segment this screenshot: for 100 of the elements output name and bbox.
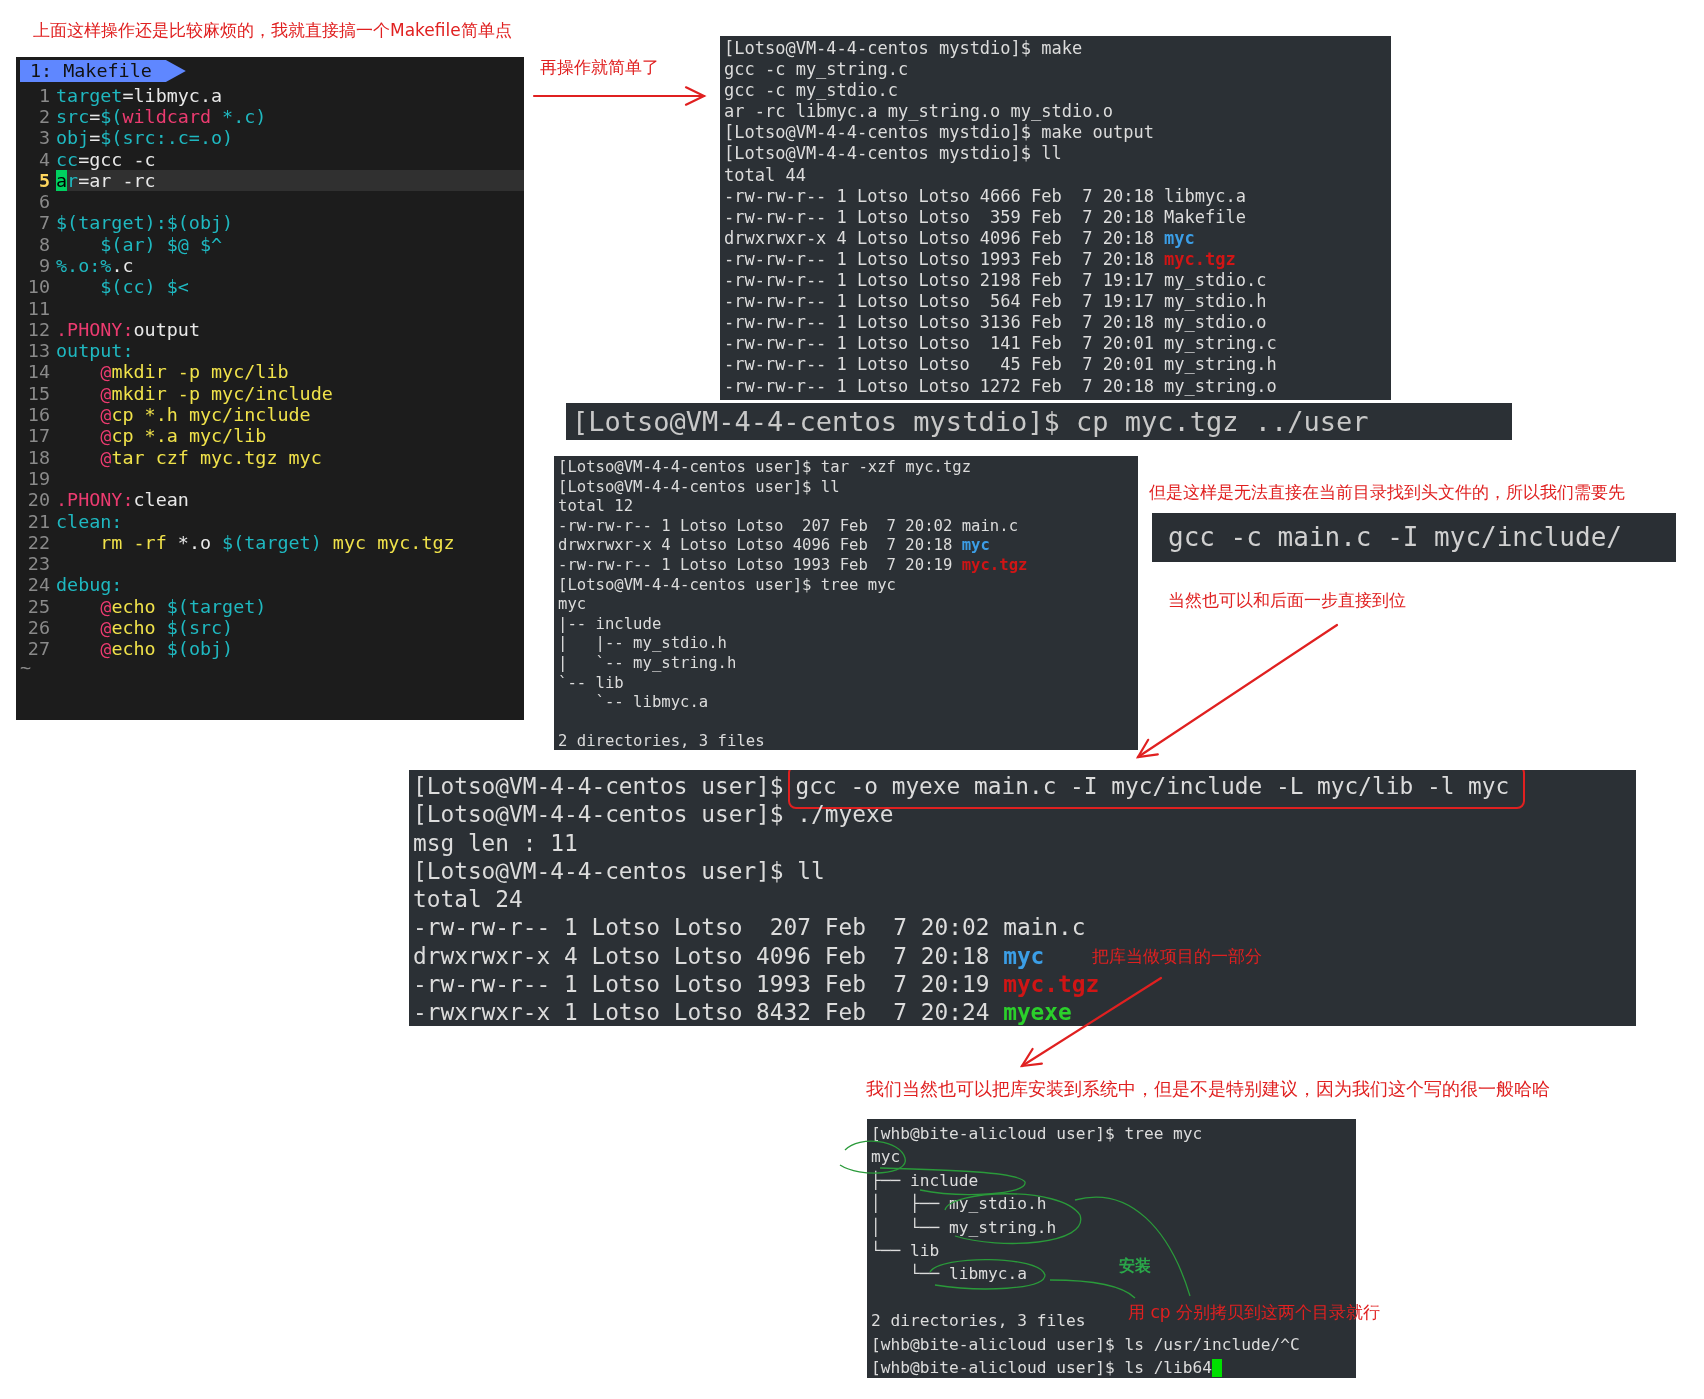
terminal-line: [whb@bite-alicloud user]$ ls /usr/include/^C	[871, 1333, 1300, 1356]
terminal-line: -rw-rw-r-- 1 Lotso Lotso 2198 Feb 7 19:17 my_stdio.c	[724, 270, 1267, 292]
annotation-text: 把库当做项目的一部分	[1092, 946, 1262, 967]
terminal-prompt: [Lotso@VM-4-4-centos user]$	[413, 773, 784, 799]
terminal-line: -rw-rw-r-- 1 Lotso Lotso 564 Feb 7 19:17 my_stdio.h	[724, 291, 1267, 313]
terminal-line: gcc -c main.c -I myc/include/	[1168, 521, 1622, 554]
terminal-line: -rw-rw-r-- 1 Lotso Lotso 207 Feb 7 20:02 main.c	[413, 913, 1086, 942]
code-line: rm -rf *.o $(target) myc myc.tgz	[99, 531, 456, 554]
terminal-line: [Lotso@VM-4-4-centos mystdio]$ make	[724, 38, 1083, 60]
code-line: @tar czf myc.tgz myc	[99, 446, 323, 468]
terminal-line: | `-- my_string.h	[558, 653, 737, 674]
line-number: 9	[37, 255, 51, 277]
terminal-line: `-- libmyc.a	[594, 693, 709, 713]
terminal-line: -rw-rw-r-- 1 Lotso Lotso 207 Feb 7 20:02 main.c	[558, 516, 1019, 537]
terminal-line: total 44	[724, 164, 806, 186]
code-line: $(ar) $@ $^	[99, 233, 224, 255]
terminal-line: -rw-rw-r-- 1 Lotso Lotso 359 Feb 7 20:18 Makefile	[724, 206, 1246, 228]
annotation-text: 但是这样是无法直接在当前目录找到头文件的，所以我们需要先	[1149, 482, 1625, 503]
code-line: .PHONY:output	[56, 318, 201, 341]
line-number: 19	[26, 467, 51, 490]
terminal-line: [Lotso@VM-4-4-centos mystdio]$ ll	[724, 143, 1062, 165]
annotation-text: 我们当然也可以把库安装到系统中，但是不是特别建议，因为我们这个写的很一般哈哈	[866, 1078, 1550, 1100]
code-line: @echo $(target)	[99, 595, 268, 618]
terminal-line: total 24	[413, 885, 523, 914]
terminal-line: [Lotso@VM-4-4-centos user]$ tree myc	[558, 575, 896, 596]
terminal-line: [whb@bite-alicloud user]$ ls /lib64	[871, 1356, 1213, 1378]
annotation-text: 安装	[1119, 1256, 1151, 1276]
code-line: @mkdir -p myc/include	[99, 382, 334, 405]
line-number: 24	[26, 574, 51, 596]
annotation-text: 上面这样操作还是比较麻烦的，我就直接搞一个Makefile简单点	[33, 20, 512, 41]
terminal-line: └── lib	[871, 1239, 940, 1262]
terminal-line: -rwxrwxr-x 1 Lotso Lotso 8432 Feb 7 20:24 myexe	[413, 998, 1072, 1026]
terminal-line: myc	[871, 1146, 901, 1169]
code-line: cc=gcc -c	[56, 148, 157, 170]
terminal-line: [Lotso@VM-4-4-centos user]$ tar -xzf myc.tgz	[558, 458, 972, 478]
terminal-line: gcc -c my_stdio.c	[724, 80, 898, 102]
code-line: target=libmyc.a	[56, 84, 224, 106]
annotation-text: 当然也可以和后面一步直接到位	[1168, 590, 1406, 611]
code-line: src=$(wildcard *.c)	[56, 105, 268, 128]
code-line: @cp *.a myc/lib	[99, 425, 268, 447]
annotation-text: 再操作就简单了	[540, 57, 659, 78]
line-number: 14	[26, 361, 51, 383]
line-number: 13	[26, 340, 51, 362]
terminal-line: total 12	[558, 497, 634, 517]
code-line: $(target):$(obj)	[56, 212, 235, 234]
line-number: 8	[37, 233, 51, 255]
line-number: 5	[37, 169, 51, 192]
terminal-line: drwxrwxr-x 4 Lotso Lotso 4096 Feb 7 20:18 myc	[413, 941, 1045, 971]
code-line: output:	[56, 340, 135, 362]
terminal-line: drwxrwxr-x 4 Lotso Lotso 4096 Feb 7 20:18 myc	[724, 227, 1195, 249]
terminal-line: [whb@bite-alicloud user]$ tree myc	[871, 1123, 1203, 1145]
line-number: 18	[26, 446, 51, 468]
terminal-line: gcc -c my_string.c	[724, 59, 909, 81]
line-number: 12	[26, 318, 51, 341]
line-number: 15	[26, 382, 51, 405]
file-tab[interactable]: 1: Makefile	[20, 60, 186, 82]
terminal-line: myc	[558, 595, 587, 615]
code-line: obj=$(src:.c=.o)	[56, 127, 235, 149]
code-line: %.o:%.c	[56, 255, 135, 277]
terminal-line: │ ├── my_stdio.h	[871, 1192, 1047, 1216]
line-number: 20	[26, 489, 51, 511]
terminal-line: | |-- my_stdio.h	[558, 634, 727, 654]
line-number: 11	[26, 297, 51, 319]
terminal-line: ├── include	[871, 1169, 979, 1192]
terminal-line: drwxrwxr-x 4 Lotso Lotso 4096 Feb 7 20:18 myc	[558, 536, 990, 556]
line-number: 25	[26, 595, 51, 618]
line-number: 16	[26, 404, 51, 426]
terminal-line: │ └── my_string.h	[871, 1216, 1057, 1239]
line-number: 6	[37, 191, 51, 213]
line-number: 17	[26, 425, 51, 447]
terminal-line: -rw-rw-r-- 1 Lotso Lotso 3136 Feb 7 20:18 my_stdio.o	[724, 312, 1267, 334]
code-line: debug:	[56, 574, 124, 596]
terminal-line: 2 directories, 3 files	[871, 1310, 1086, 1333]
terminal-line: -rw-rw-r-- 1 Lotso Lotso 141 Feb 7 20:01 my_string.c	[724, 333, 1277, 355]
line-number: 10	[26, 276, 51, 298]
terminal-line: -rw-rw-r-- 1 Lotso Lotso 4666 Feb 7 20:18 libmyc.a	[724, 185, 1246, 207]
terminal-line: -rw-rw-r-- 1 Lotso Lotso 1993 Feb 7 20:19 myc.tgz	[413, 970, 1100, 999]
terminal-line: -rw-rw-r-- 1 Lotso Lotso 1993 Feb 7 20:18 myc.tgz	[724, 248, 1236, 271]
line-number: 7	[37, 212, 51, 234]
line-number: 2	[37, 105, 51, 128]
line-number: 26	[26, 617, 51, 639]
code-line: @echo $(obj)	[99, 638, 235, 660]
code-line: @echo $(src)	[99, 617, 235, 639]
terminal-line: -rw-rw-r-- 1 Lotso Lotso 45 Feb 7 20:01 my_string.h	[724, 354, 1277, 376]
terminal-line: `-- lib	[558, 673, 624, 694]
terminal-line: 2 directories, 3 files	[558, 732, 765, 750]
code-line: @cp *.h myc/include	[99, 404, 312, 426]
line-number: 21	[26, 510, 51, 532]
terminal-line: ar -rc libmyc.a my_string.o my_stdio.o	[724, 101, 1113, 123]
terminal-line: [Lotso@VM-4-4-centos user]$ ll	[558, 477, 840, 498]
terminal-line: [Lotso@VM-4-4-centos user]$ ll	[413, 856, 825, 886]
terminal-line: └── libmyc.a	[908, 1262, 1027, 1286]
line-number: 27	[26, 638, 51, 660]
terminal-line: [Lotso@VM-4-4-centos mystdio]$ make output	[724, 122, 1154, 144]
terminal-line: msg len : 11	[413, 828, 578, 857]
terminal-line: -rw-rw-r-- 1 Lotso Lotso 1272 Feb 7 20:18 my_string.o	[724, 375, 1277, 397]
code-line: clean:	[56, 510, 124, 532]
terminal-line: |-- include	[558, 614, 662, 635]
line-number: 23	[26, 553, 51, 575]
terminal-line: -rw-rw-r-- 1 Lotso Lotso 1993 Feb 7 20:19 myc.tgz	[558, 555, 1028, 576]
